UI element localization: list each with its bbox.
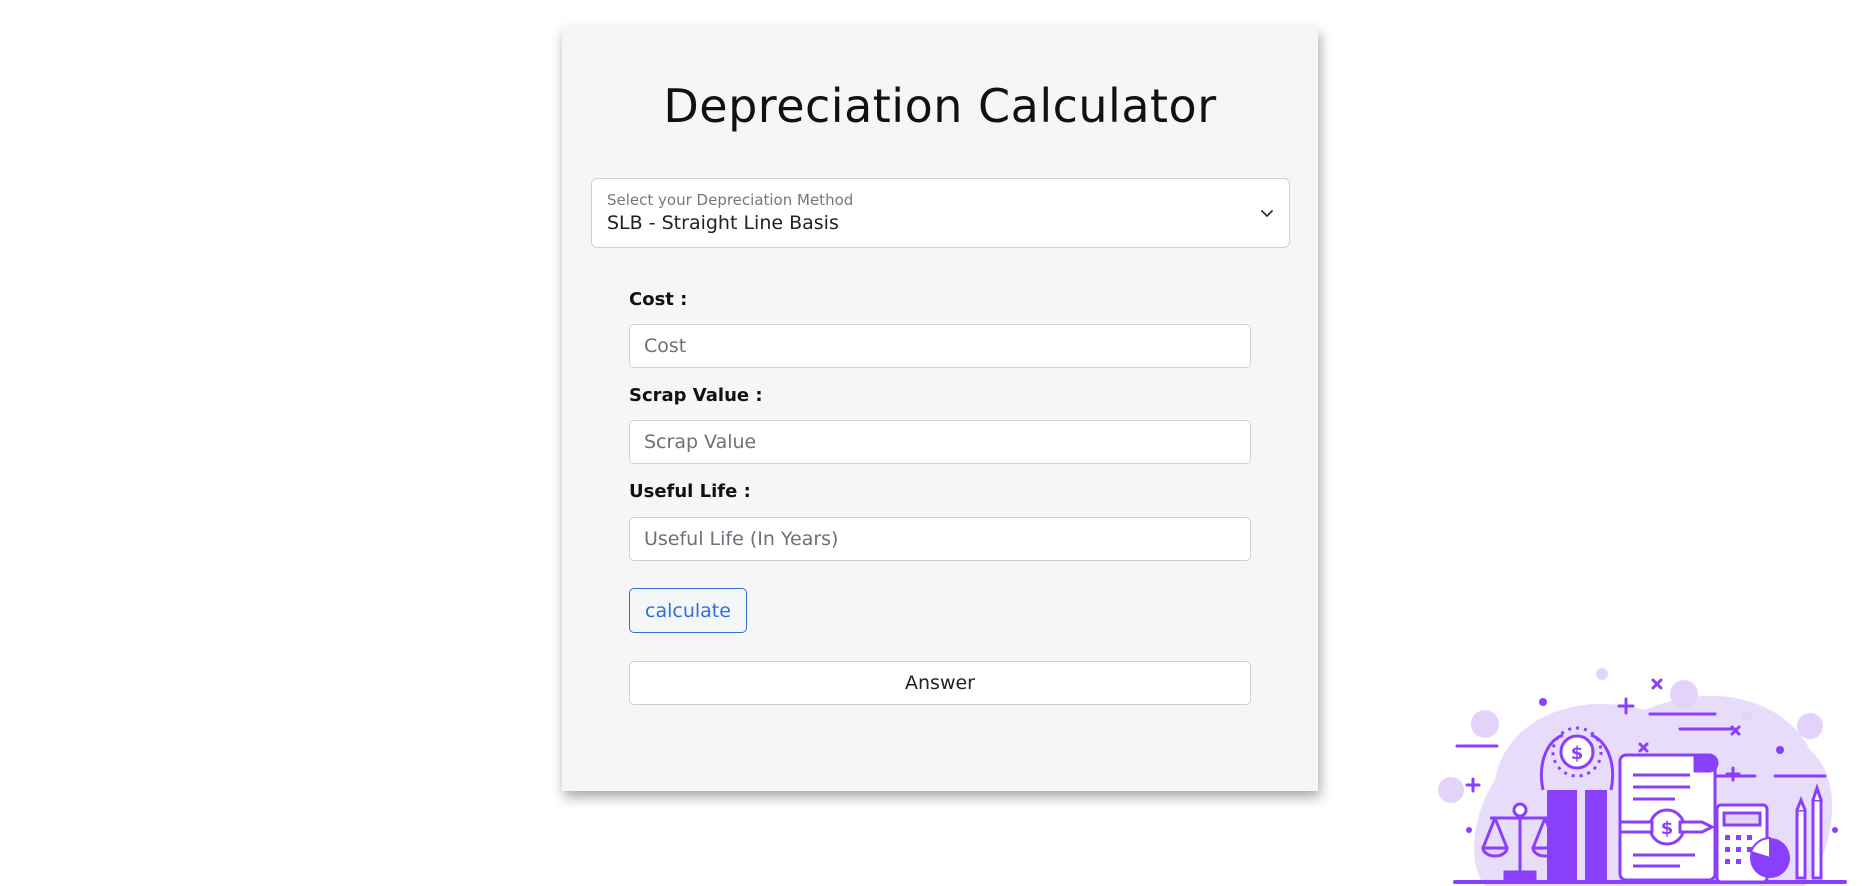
svg-text:$: $ bbox=[1571, 743, 1584, 764]
calculator-card: Depreciation Calculator Select your Depr… bbox=[562, 27, 1318, 791]
finance-illustration-icon: $ $ bbox=[1438, 668, 1847, 886]
useful-life-label: Useful Life : bbox=[629, 481, 751, 502]
cost-input[interactable] bbox=[629, 324, 1251, 368]
select-floating-label: Select your Depreciation Method bbox=[607, 191, 854, 209]
cost-label: Cost : bbox=[629, 289, 688, 310]
scrap-value-label: Scrap Value : bbox=[629, 385, 763, 406]
chevron-down-icon bbox=[1261, 210, 1273, 217]
useful-life-input[interactable] bbox=[629, 517, 1251, 561]
answer-display: Answer bbox=[629, 661, 1251, 705]
calculate-button[interactable]: calculate bbox=[629, 588, 747, 633]
scrap-value-input[interactable] bbox=[629, 420, 1251, 464]
svg-text:$: $ bbox=[1661, 818, 1674, 839]
page-title: Depreciation Calculator bbox=[663, 79, 1217, 133]
select-selected-value: SLB - Straight Line Basis bbox=[607, 212, 839, 234]
depreciation-method-select[interactable]: Select your Depreciation Method SLB - St… bbox=[591, 178, 1290, 248]
